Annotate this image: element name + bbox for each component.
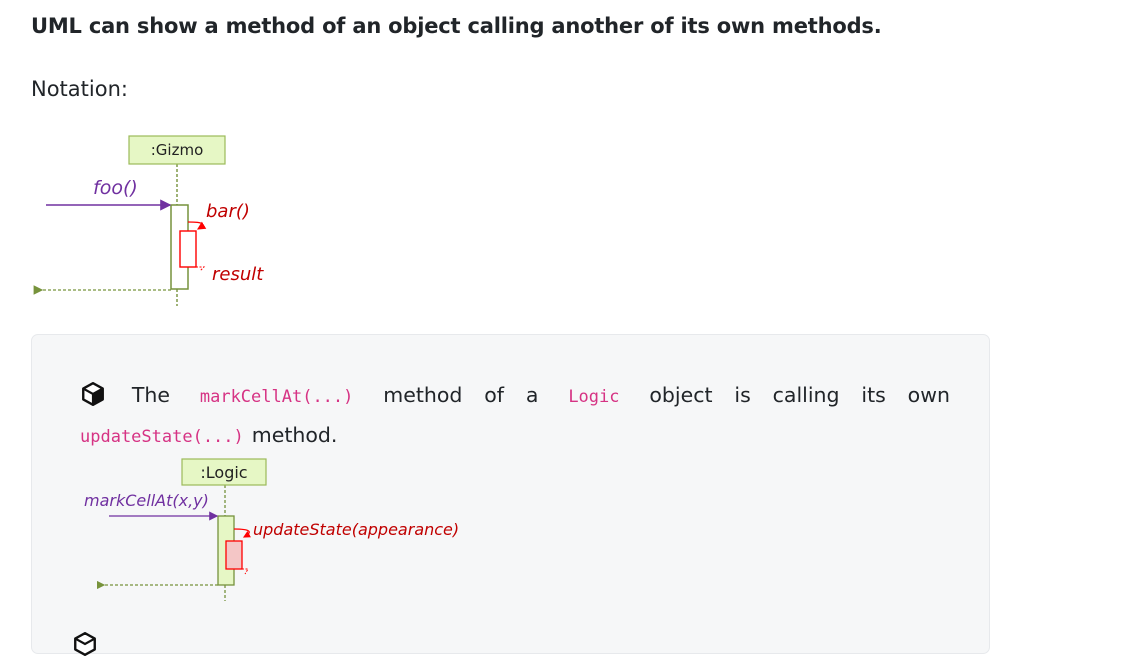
self-call-label: updateState(appearance): [253, 520, 459, 539]
self-return-arrow: [242, 568, 249, 575]
return-label: result: [212, 264, 264, 285]
call-label: markCellAt(x,y): [84, 491, 209, 510]
self-call-label: bar(): [206, 201, 250, 222]
code-logic: Logic: [568, 386, 620, 407]
notation-sequence-diagram: :Gizmo foo() bar() result: [33, 135, 264, 306]
box-icon: [74, 631, 96, 657]
self-return-arrow: [196, 266, 206, 272]
object-name: :Gizmo: [151, 141, 204, 159]
text-object-calling: object is calling its own: [649, 382, 950, 407]
self-call-arrow: [233, 528, 251, 538]
self-call-arrow: [187, 221, 207, 230]
object-name: :Logic: [200, 463, 247, 482]
example-sequence-diagram: :Logic markCellAt(x,y) updateState(appea…: [84, 458, 459, 601]
nested-activation-bar: [225, 540, 243, 570]
nested-activation-bar: [179, 230, 197, 268]
example-panel: The markCellAt(...) method of a Logic ob…: [31, 334, 990, 657]
call-label: foo(): [93, 177, 138, 199]
